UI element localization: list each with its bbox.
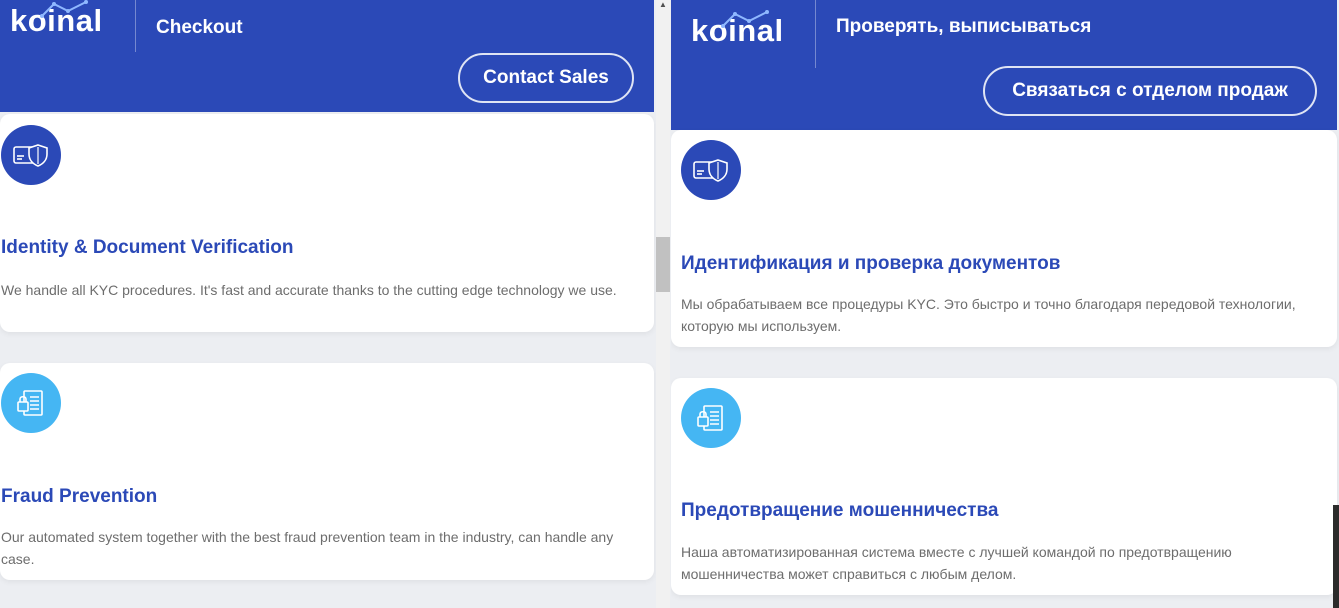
id-card-shield-icon	[1, 125, 61, 185]
screenshot-stage: koinal Checkout Contact Sales Identity &…	[0, 0, 1339, 608]
site-header: koinal Checkout Contact Sales	[0, 0, 654, 112]
fraud-document-lock-icon	[681, 388, 741, 448]
logo-chart-mark-icon	[40, 0, 88, 18]
contact-sales-button[interactable]: Связаться с отделом продаж	[983, 66, 1317, 116]
english-page: koinal Checkout Contact Sales Identity &…	[0, 0, 656, 608]
page-title: Проверять, выписываться	[836, 16, 1092, 37]
koinal-logo[interactable]: koinal	[10, 0, 103, 38]
feature-title: Предотвращение мошенничества	[681, 500, 999, 521]
logo-chart-mark-icon	[721, 10, 769, 28]
russian-page: koinal Проверять, выписываться Связаться…	[671, 0, 1339, 608]
feature-title: Fraud Prevention	[1, 486, 158, 507]
header-divider	[815, 0, 816, 68]
fraud-document-lock-icon	[1, 373, 61, 433]
header-divider	[135, 0, 136, 52]
feature-title: Идентификация и проверка документов	[681, 253, 1061, 274]
scrollbar-thumb[interactable]	[656, 237, 670, 292]
page-title: Checkout	[156, 17, 243, 38]
feature-description: Мы обрабатываем все процедуры KYC. Это б…	[681, 296, 1296, 334]
feature-card-fraud: Предотвращение мошенничества Наша автома…	[671, 378, 1337, 595]
feature-description: Наша автоматизированная система вместе с…	[681, 544, 1232, 582]
feature-card-identity: Identity & Document Verification We hand…	[0, 114, 654, 332]
feature-description: We handle all KYC procedures. It's fast …	[1, 282, 617, 298]
contact-sales-button[interactable]: Contact Sales	[458, 53, 634, 103]
id-card-shield-icon	[681, 140, 741, 200]
feature-description: Our automated system together with the b…	[1, 529, 614, 567]
feature-card-identity: Идентификация и проверка документов Мы о…	[671, 130, 1337, 347]
scroll-up-arrow-icon[interactable]: ▲	[659, 0, 667, 9]
vertical-scrollbar[interactable]	[656, 0, 670, 608]
koinal-logo[interactable]: koinal	[691, 10, 784, 48]
feature-card-fraud: Fraud Prevention Our automated system to…	[0, 363, 654, 580]
feature-title: Identity & Document Verification	[1, 237, 294, 258]
window-edge	[1333, 505, 1339, 608]
site-header: koinal Проверять, выписываться Связаться…	[671, 0, 1337, 130]
